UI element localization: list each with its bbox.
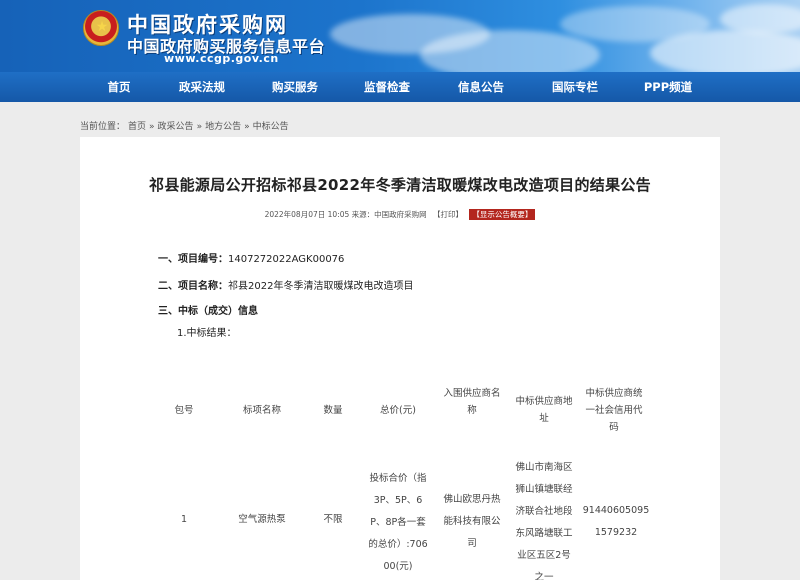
th-credit-code-line: 中标供应商统 xyxy=(585,388,643,399)
breadcrumb-separator: » xyxy=(149,122,155,132)
td-supplier-line: 佛山欧思丹热 xyxy=(443,494,501,505)
th-credit-code-line: 码 xyxy=(609,422,619,433)
article-panel: 祁县能源局公开招标祁县2022年冬季清洁取暖煤改电改造项目的结果公告 2022年… xyxy=(80,137,720,580)
nav-item-ppp[interactable]: PPP频道 xyxy=(644,72,692,102)
nav-item-home[interactable]: 首页 xyxy=(108,72,131,102)
td-total-price-line: 投标合价（指 xyxy=(369,473,427,484)
project-name-label: 二、项目名称： xyxy=(158,281,228,292)
td-address-line: 东风路塘联工 xyxy=(515,528,573,539)
main-nav: 首页 政采法规 购买服务 监督检查 信息公告 国际专栏 PPP频道 xyxy=(0,72,800,102)
th-credit-code-line: 一社会信用代 xyxy=(585,405,643,416)
article-date: 2022年08月07日 10:05 xyxy=(264,210,350,219)
th-address-line: 址 xyxy=(539,413,549,424)
breadcrumb-item-home[interactable]: 首页 xyxy=(128,122,146,132)
td-address-line: 业区五区2号 xyxy=(517,550,571,561)
show-summary-button[interactable]: 【显示公告概要】 xyxy=(469,209,536,220)
td-total-price-line: 3P、5P、6 xyxy=(373,495,423,506)
td-address: 佛山市南海区 狮山镇塘联经 济联合社地段 东风路塘联工 业区五区2号 之一 xyxy=(507,457,581,580)
nav-item-services[interactable]: 购买服务 xyxy=(272,72,318,102)
td-total-price-line: 的总价）:706 xyxy=(368,539,428,550)
td-total-price-line: 00(元) xyxy=(383,561,413,572)
th-credit-code: 中标供应商统 一社会信用代 码 xyxy=(578,385,650,436)
td-package: 1 xyxy=(180,514,188,525)
td-item-name: 空气源热泵 xyxy=(238,514,286,525)
th-supplier-line: 称 xyxy=(467,405,477,416)
td-address-line: 佛山市南海区 xyxy=(515,462,573,473)
td-supplier-line: 司 xyxy=(467,538,477,549)
td-supplier-line: 能科技有限公 xyxy=(443,516,501,527)
th-address-line: 中标供应商地 xyxy=(515,396,573,407)
project-number-label: 一、项目编号： xyxy=(158,254,228,265)
td-address-line: 之一 xyxy=(534,572,554,580)
th-address: 中标供应商地 址 xyxy=(509,393,579,427)
award-result-heading: 1.中标结果： xyxy=(177,328,237,339)
article-meta: 2022年08月07日 10:05 来源：中国政府采购网 【打印】 【显示公告概… xyxy=(80,209,720,220)
nav-item-regulations[interactable]: 政采法规 xyxy=(179,72,225,102)
td-credit-code-line: 1579232 xyxy=(594,527,638,538)
breadcrumb-item-award[interactable]: 中标公告 xyxy=(253,122,289,132)
breadcrumb-separator: » xyxy=(244,122,250,132)
site-url: www.ccgp.gov.cn xyxy=(164,52,279,65)
breadcrumb-prefix: 当前位置： xyxy=(80,122,126,132)
th-supplier-line: 入围供应商名 xyxy=(443,388,501,399)
print-link[interactable]: 【打印】 xyxy=(433,210,463,219)
breadcrumb-item-local[interactable]: 地方公告 xyxy=(205,122,241,132)
breadcrumb: 当前位置： 首页» 政采公告» 地方公告» 中标公告 xyxy=(80,119,292,132)
project-name-value: 祁县2022年冬季清洁取暖煤改电改造项目 xyxy=(228,281,414,292)
td-quantity: 不限 xyxy=(323,514,343,525)
breadcrumb-item-procurement[interactable]: 政采公告 xyxy=(158,122,194,132)
project-number-value: 1407272022AGK00076 xyxy=(228,254,345,265)
th-quantity: 数量 xyxy=(323,405,343,416)
project-name: 二、项目名称：祁县2022年冬季清洁取暖煤改电改造项目 xyxy=(158,277,413,292)
national-emblem-icon: ★ xyxy=(83,10,119,46)
nav-item-international[interactable]: 国际专栏 xyxy=(552,72,598,102)
td-credit-code-line: 91440605095 xyxy=(582,505,650,516)
td-total-price: 投标合价（指 3P、5P、6 P、8P各一套 的总价）:706 00(元) xyxy=(361,468,435,578)
td-total-price-line: P、8P各一套 xyxy=(370,517,426,528)
td-credit-code: 91440605095 1579232 xyxy=(578,500,654,544)
award-info-heading: 三、中标（成交）信息 xyxy=(158,302,258,317)
th-item-name: 标项名称 xyxy=(242,405,281,416)
article-source: 来源：中国政府采购网 xyxy=(351,210,427,219)
th-package: 包号 xyxy=(174,405,194,416)
td-address-line: 狮山镇塘联经 xyxy=(515,484,573,495)
award-info-label: 三、中标（成交）信息 xyxy=(158,306,258,317)
project-number: 一、项目编号：1407272022AGK00076 xyxy=(158,250,344,265)
breadcrumb-separator: » xyxy=(196,122,203,132)
site-banner: ★ 中国政府采购网 中国政府购买服务信息平台 www.ccgp.gov.cn xyxy=(0,0,800,72)
td-supplier: 佛山欧思丹热 能科技有限公 司 xyxy=(435,489,509,555)
td-address-line: 济联合社地段 xyxy=(515,506,573,517)
th-supplier: 入围供应商名 称 xyxy=(435,385,509,419)
article-title: 祁县能源局公开招标祁县2022年冬季清洁取暖煤改电改造项目的结果公告 xyxy=(149,176,651,194)
nav-item-supervision[interactable]: 监督检查 xyxy=(364,72,410,102)
th-total-price: 总价(元) xyxy=(380,405,416,416)
nav-item-announcements[interactable]: 信息公告 xyxy=(458,72,504,102)
